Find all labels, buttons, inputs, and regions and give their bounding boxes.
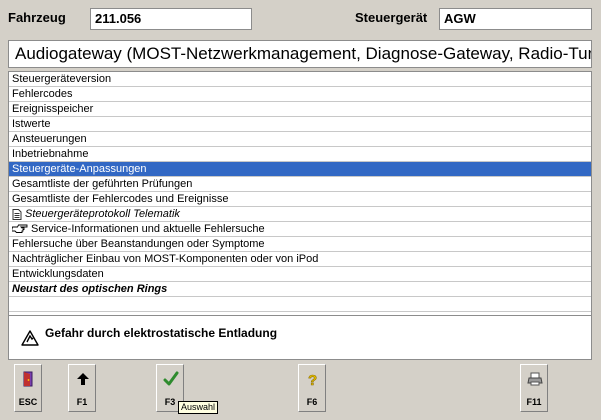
menu-item-inbetriebnahme[interactable]: Inbetriebnahme xyxy=(9,147,591,162)
menu-item-ansteuerungen[interactable]: Ansteuerungen xyxy=(9,132,591,147)
menu-item-label: Steuergeräteprotokoll Telematik xyxy=(25,208,180,220)
menu-item-neustart-optischer-ring[interactable]: Neustart des optischen Rings xyxy=(9,282,591,297)
menu-item-label: Fehlercodes xyxy=(12,88,73,100)
menu-item-entwicklungsdaten[interactable]: Entwicklungsdaten xyxy=(9,267,591,282)
menu-item-label: Gesamtliste der geführten Prüfungen xyxy=(12,178,193,190)
menu-item-ereignisspeicher[interactable]: Ereignisspeicher xyxy=(9,102,591,117)
help-question-icon: ? xyxy=(305,371,321,390)
ecu-title: Audiogateway (MOST-Netzwerkmanagement, D… xyxy=(8,40,592,68)
svg-text:?: ? xyxy=(308,372,317,387)
header-bar: Fahrzeug 211.056 Steuergerät AGW xyxy=(0,0,601,40)
warning-panel: Gefahr durch elektrostatische Entladung xyxy=(8,316,592,360)
menu-item-label: Fehlersuche über Beanstandungen oder Sym… xyxy=(12,238,265,250)
menu-item-nachtraeglicher-einbau[interactable]: Nachträglicher Einbau von MOST-Komponent… xyxy=(9,252,591,267)
menu-item-label: Ansteuerungen xyxy=(12,133,87,145)
f1-button[interactable]: F1 xyxy=(68,364,96,412)
menu-item-empty xyxy=(9,297,591,312)
exit-door-icon xyxy=(21,371,37,387)
printer-icon xyxy=(527,371,543,387)
f11-button[interactable]: F11 xyxy=(520,364,548,412)
menu-item-istwerte[interactable]: Istwerte xyxy=(9,117,591,132)
menu-item-label: Steuergeräte-Anpassungen xyxy=(12,163,147,175)
menu-item-service-informationen[interactable]: Service-Informationen und aktuelle Fehle… xyxy=(9,222,591,237)
menu-item-gesamtliste-fehlercodes[interactable]: Gesamtliste der Fehlercodes und Ereignis… xyxy=(9,192,591,207)
arrow-up-icon xyxy=(75,371,91,387)
checkmark-icon xyxy=(163,371,179,387)
esc-button[interactable]: ESC xyxy=(14,364,42,412)
menu-item-steuergeraete-anpassungen[interactable]: Steuergeräte-Anpassungen xyxy=(9,162,591,177)
menu-item-label: Ereignisspeicher xyxy=(12,103,94,115)
tooltip-auswahl: Auswahl xyxy=(178,401,219,414)
key-caption: ESC xyxy=(18,397,38,407)
menu-item-label: Steuergeräteversion xyxy=(12,73,112,85)
menu-item-gefuehrte-pruefungen[interactable]: Gesamtliste der geführten Prüfungen xyxy=(9,177,591,192)
key-caption: F11 xyxy=(526,397,542,407)
menu-item-label: Gesamtliste der Fehlercodes und Ereignis… xyxy=(12,193,229,205)
menu-item-label: Istwerte xyxy=(12,118,51,130)
ecu-field: AGW xyxy=(439,8,592,30)
menu-item-label: Entwicklungsdaten xyxy=(12,268,104,280)
menu-item-label: Service-Informationen und aktuelle Fehle… xyxy=(31,223,265,235)
pointing-hand-icon xyxy=(12,224,28,234)
menu-item-steuergeraeteprotokoll[interactable]: Steuergeräteprotokoll Telematik xyxy=(9,207,591,222)
menu-item-fehlercodes[interactable]: Fehlercodes xyxy=(9,87,591,102)
menu-item-label: Neustart des optischen Rings xyxy=(12,283,168,295)
vehicle-label: Fahrzeug xyxy=(8,10,66,25)
ecu-label: Steuergerät xyxy=(355,10,428,25)
warning-text: Gefahr durch elektrostatische Entladung xyxy=(45,326,278,340)
menu-item-label: Inbetriebnahme xyxy=(12,148,89,160)
key-caption: F6 xyxy=(306,397,318,407)
f6-button[interactable]: ? F6 xyxy=(298,364,326,412)
menu-item-fehlersuche-symptome[interactable]: Fehlersuche über Beanstandungen oder Sym… xyxy=(9,237,591,252)
menu-item-label: Nachträglicher Einbau von MOST-Komponent… xyxy=(12,253,319,265)
esd-warning-icon xyxy=(21,330,39,349)
key-caption: F1 xyxy=(76,397,88,407)
function-menu-list: Steuergeräteversion Fehlercodes Ereignis… xyxy=(8,71,592,316)
document-icon xyxy=(12,208,22,220)
vehicle-field: 211.056 xyxy=(90,8,252,30)
menu-item-steuergeraeteversion[interactable]: Steuergeräteversion xyxy=(9,72,591,87)
